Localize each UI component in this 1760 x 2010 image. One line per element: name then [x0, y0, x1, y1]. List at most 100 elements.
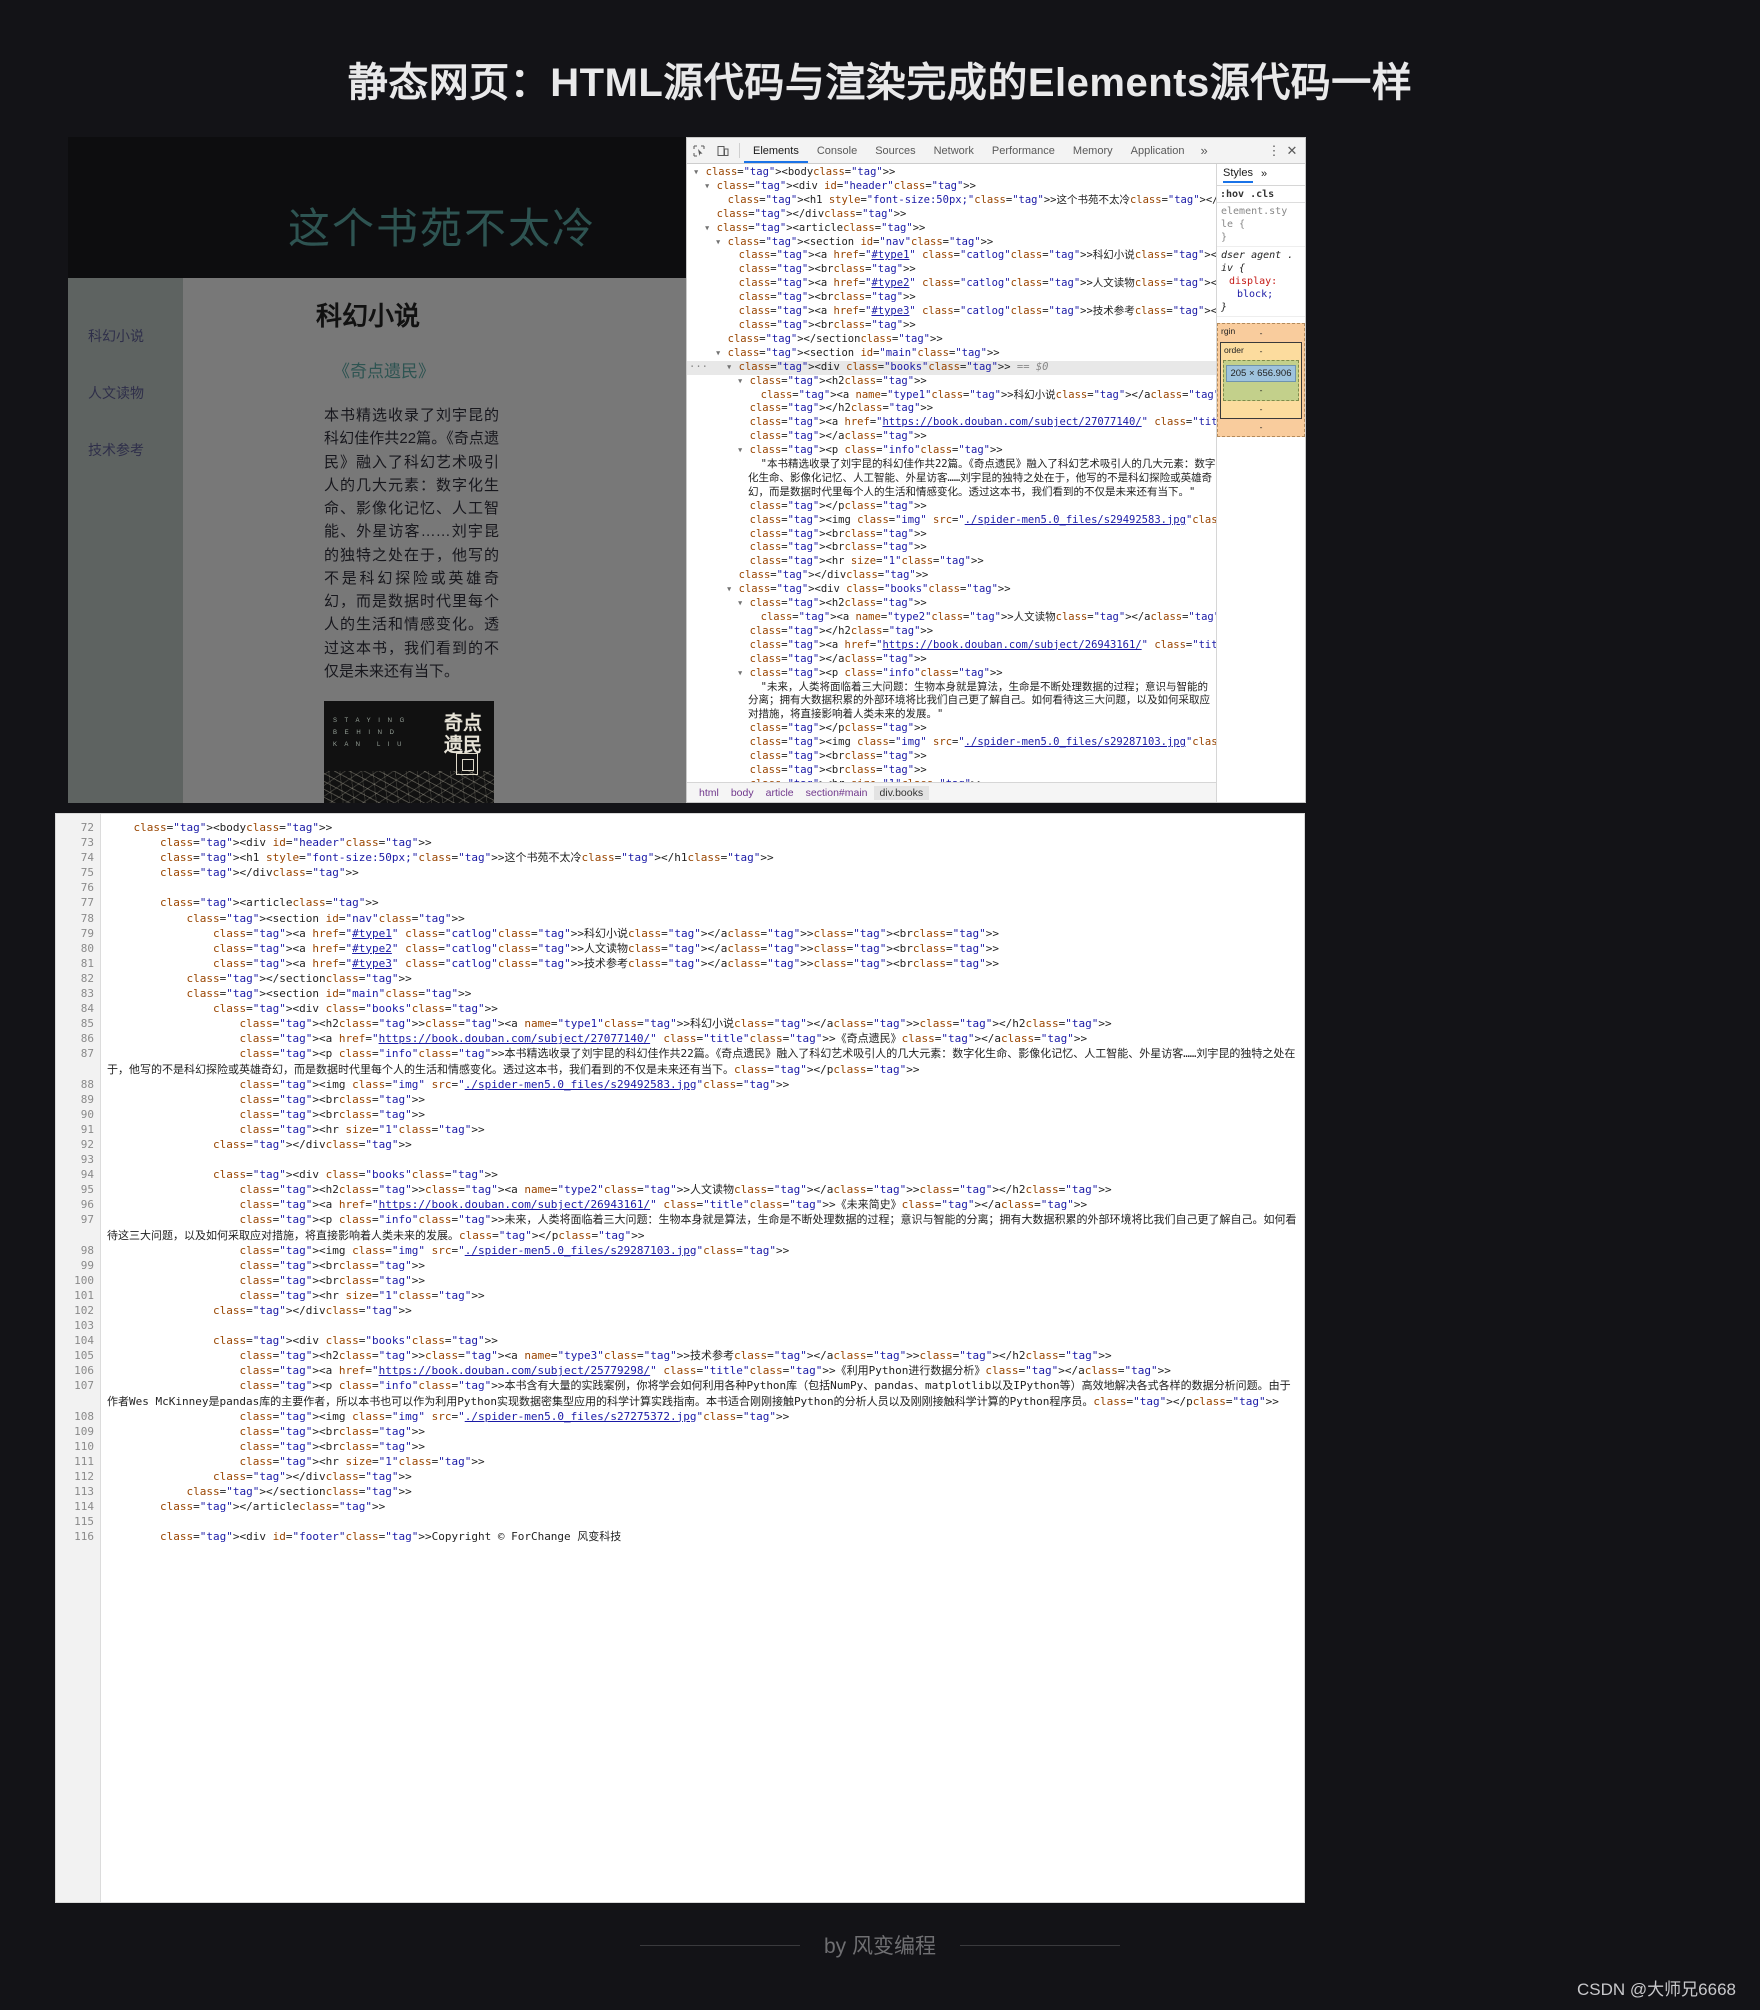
device-toolbar-icon[interactable] [711, 138, 735, 163]
tab-styles[interactable]: Styles [1223, 167, 1253, 183]
tree-twisty-icon[interactable]: ▾ [737, 667, 750, 679]
dom-tree-line[interactable]: ▾ class="tag"><bodyclass="tag">> [687, 166, 1216, 180]
dom-tree-line[interactable]: class="tag"><brclass="tag">> [687, 541, 1216, 555]
box-model-padding[interactable]: padding 205 × 656.906 - [1223, 360, 1299, 401]
html-source-code-panel[interactable]: 72 73 74 75 76 77 78 79 80 81 82 83 84 85 86 87 88 89 90 91… [55, 813, 1305, 1903]
breadcrumb-item[interactable]: div.books [873, 785, 930, 800]
dom-tree-line[interactable]: class="tag"><brclass="tag">> [687, 319, 1216, 333]
tab-elements[interactable]: Elements [744, 138, 808, 163]
code-line-number: 94 [80, 1168, 94, 1182]
dom-tree-line[interactable]: class="tag"><a href="#type1" class="catl… [687, 249, 1216, 263]
tree-twisty-icon[interactable]: ▾ [715, 236, 728, 248]
dom-tree-line[interactable]: ▾ class="tag"><h2class="tag">> [687, 597, 1216, 611]
nav-link-humanities[interactable]: 人文读物 [68, 383, 183, 403]
selector-element-style: element.sty [1221, 206, 1288, 217]
dom-tree-line[interactable]: class="tag"></aclass="tag">> [687, 430, 1216, 444]
box-model-border[interactable]: order - padding 205 × 656.906 - - [1220, 342, 1302, 419]
dom-tree-line[interactable]: ▾ class="tag"><p class="info"class="tag"… [687, 667, 1216, 681]
inspect-element-icon[interactable] [687, 138, 711, 163]
dom-tree-line[interactable]: class="tag"></divclass="tag">> [687, 569, 1216, 583]
tree-twisty-icon[interactable]: ▾ [704, 180, 717, 192]
dom-tree-line[interactable]: "未来，人类将面临着三大问题：生物本身就是算法，生命是不断处理数据的过程；意识与… [687, 681, 1216, 723]
tree-twisty-icon[interactable]: ▾ [737, 375, 750, 387]
dom-tree-line[interactable]: class="tag"></pclass="tag">> [687, 722, 1216, 736]
book-cover-artwork [324, 771, 494, 803]
tree-twisty-icon[interactable]: ▾ [737, 597, 750, 609]
dom-tree-line[interactable]: "本书精选收录了刘宇昆的科幻佳作共22篇。《奇点遗民》融入了科幻艺术吸引人的几大… [687, 458, 1216, 500]
code-line: class="tag"><brclass="tag">> [239, 1439, 425, 1453]
tab-sources[interactable]: Sources [866, 138, 924, 163]
box-model-content-size[interactable]: 205 × 656.906 [1226, 365, 1296, 382]
nav-link-tech[interactable]: 技术参考 [68, 440, 183, 460]
close-icon[interactable]: ✕ [1283, 143, 1301, 159]
code-line-number: 96 [80, 1198, 94, 1212]
dom-tree-line[interactable]: class="tag"></sectionclass="tag">> [687, 333, 1216, 347]
dom-tree-line[interactable]: ▾ class="tag"><section id="main"class="t… [687, 347, 1216, 361]
dom-tree-line[interactable]: class="tag"></divclass="tag">> [687, 208, 1216, 222]
dom-tree-line[interactable]: class="tag"><a name="type2"class="tag">>… [687, 611, 1216, 625]
dom-tree-line[interactable]: class="tag"><h1 style="font-size:50px;"c… [687, 194, 1216, 208]
dom-tree-line[interactable]: class="tag"><brclass="tag">> [687, 528, 1216, 542]
dom-tree-line[interactable]: class="tag"></h2class="tag">> [687, 402, 1216, 416]
code-line: class="tag"><a href="https://book.douban… [239, 1364, 1171, 1378]
dom-tree-line[interactable]: class="tag"></h2class="tag">> [687, 625, 1216, 639]
breadcrumb-item[interactable]: article [760, 786, 800, 800]
dom-tree-line[interactable]: class="tag"><a href="#type3" class="catl… [687, 305, 1216, 319]
tab-network[interactable]: Network [925, 138, 983, 163]
tree-twisty-icon[interactable]: ▾ [726, 583, 739, 595]
dom-tree-line[interactable]: ▾ class="tag"><articleclass="tag">> [687, 222, 1216, 236]
dom-tree-line[interactable]: ▾ class="tag"><h2class="tag">> [687, 375, 1216, 389]
css-value-block[interactable]: block; [1221, 288, 1301, 301]
dom-tree-line[interactable]: ▾ class="tag"><section id="nav"class="ta… [687, 236, 1216, 250]
dom-tree-line[interactable]: class="tag"><a name="type1"class="tag">>… [687, 389, 1216, 403]
webpage-header-title: 这个书苑不太冷 [287, 205, 596, 252]
nav-link-scifi[interactable]: 科幻小说 [68, 326, 183, 346]
code-line-number: 75 [80, 866, 94, 880]
dom-tree-line[interactable]: class="tag"></aclass="tag">> [687, 653, 1216, 667]
tree-twisty-icon[interactable]: ▾ [704, 222, 717, 234]
tree-twisty-icon[interactable]: ▾ [726, 361, 739, 373]
code-source-text[interactable]: class="tag"><bodyclass="tag">> class="ta… [101, 814, 1304, 1902]
dom-tree-line[interactable]: class="tag"><hr size="1"class="tag">> [687, 778, 1216, 782]
code-line: class="tag"><section id="nav"class="tag"… [186, 911, 465, 925]
dom-tree-line[interactable]: class="tag"><brclass="tag">> [687, 764, 1216, 778]
breadcrumb-item[interactable]: body [725, 786, 760, 800]
styles-state-toggles[interactable]: :hov .cls [1217, 186, 1305, 203]
css-property-display[interactable]: display: [1221, 275, 1301, 288]
style-rule-user-agent[interactable]: dser agent . iv { display: block; } [1217, 247, 1305, 317]
code-line: class="tag"><h2class="tag">>class="tag">… [239, 1017, 1112, 1031]
kebab-menu-icon[interactable]: ⋮ [1265, 143, 1283, 159]
dom-tree-line[interactable]: class="tag"><a href="https://book.douban… [687, 416, 1216, 430]
code-line-number: 84 [80, 1002, 94, 1016]
tree-twisty-icon[interactable]: ▾ [693, 166, 706, 178]
dom-tree-line[interactable]: class="tag"><brclass="tag">> [687, 263, 1216, 277]
dom-tree-line[interactable]: class="tag"><img class="img" src="./spid… [687, 736, 1216, 750]
breadcrumb-item[interactable]: section#main [800, 786, 874, 800]
dom-tree-line[interactable]: class="tag"><a href="https://book.douban… [687, 639, 1216, 653]
style-rule-element-style[interactable]: element.sty le { } [1217, 203, 1305, 247]
tree-ellipsis-icon[interactable]: ··· [689, 361, 708, 375]
tab-memory[interactable]: Memory [1064, 138, 1122, 163]
tree-twisty-icon[interactable]: ▾ [715, 347, 728, 359]
dom-tree-line[interactable]: class="tag"><brclass="tag">> [687, 291, 1216, 305]
dom-tree-line[interactable]: ··· ▾ class="tag"><div class="books"class… [687, 360, 1216, 375]
dom-tree-line[interactable]: class="tag"><hr size="1"class="tag">> [687, 555, 1216, 569]
dom-tree-line[interactable]: class="tag"><a href="#type2" class="catl… [687, 277, 1216, 291]
box-model-margin[interactable]: rgin - order - padding 205 × 656.906 - -… [1217, 323, 1305, 437]
tabs-overflow-chevron-icon[interactable]: » [1193, 138, 1214, 163]
dom-tree[interactable]: ▾ class="tag"><bodyclass="tag">> ▾ class=… [687, 164, 1216, 782]
breadcrumb-item[interactable]: html [693, 786, 725, 800]
dom-tree-line[interactable]: class="tag"><brclass="tag">> [687, 750, 1216, 764]
tab-application[interactable]: Application [1122, 138, 1194, 163]
book-title-link[interactable]: 《奇点遗民》 [183, 357, 688, 382]
dom-tree-line[interactable]: ▾ class="tag"><div id="header"class="tag… [687, 180, 1216, 194]
dom-tree-line[interactable]: ▾ class="tag"><div class="books"class="t… [687, 583, 1216, 597]
tab-performance[interactable]: Performance [983, 138, 1064, 163]
dom-tree-line[interactable]: class="tag"></pclass="tag">> [687, 500, 1216, 514]
tab-console[interactable]: Console [808, 138, 866, 163]
code-line-number: 77 [80, 896, 94, 910]
dom-tree-line[interactable]: class="tag"><img class="img" src="./spid… [687, 514, 1216, 528]
styles-overflow-chevron-icon[interactable]: » [1261, 168, 1267, 181]
tree-twisty-icon[interactable]: ▾ [737, 444, 750, 456]
dom-tree-line[interactable]: ▾ class="tag"><p class="info"class="tag"… [687, 444, 1216, 458]
